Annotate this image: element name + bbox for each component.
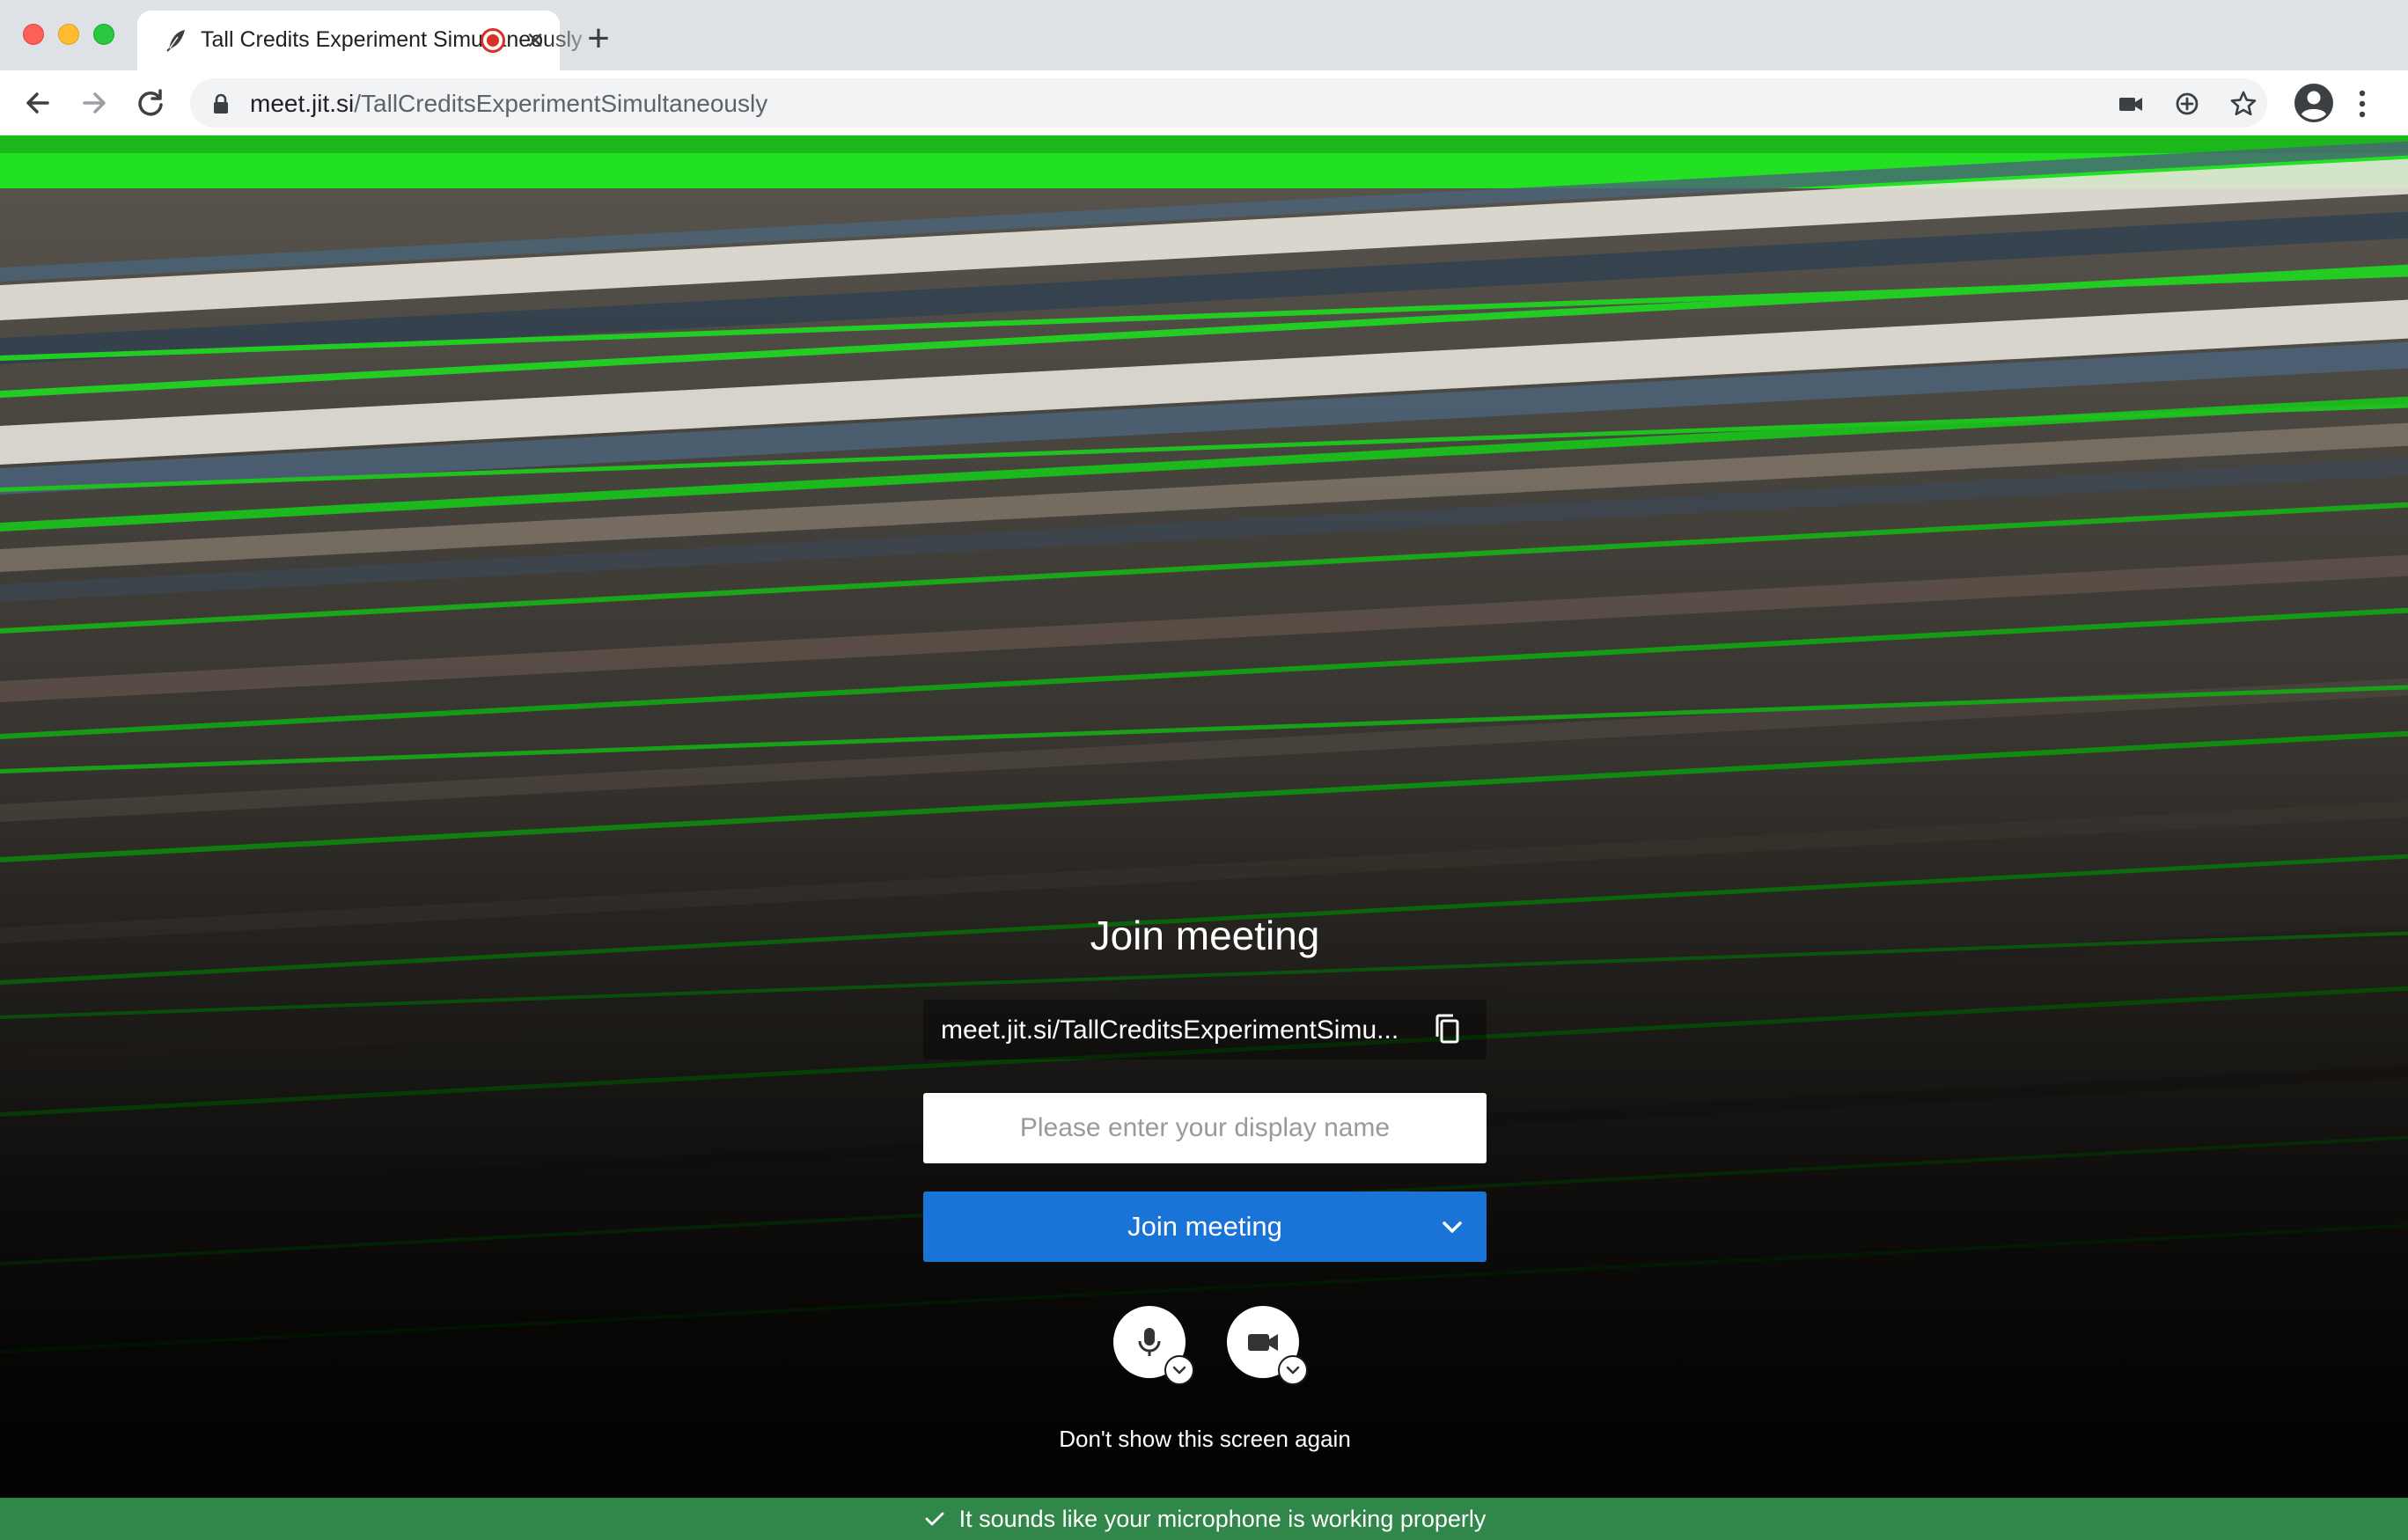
browser-toolbar: meet.jit.si/TallCreditsExperimentSimulta…: [0, 70, 2408, 136]
microphone-icon: [1138, 1328, 1161, 1356]
address-path: /TallCreditsExperimentSimultaneously: [354, 90, 768, 117]
camera-toggle-button[interactable]: [1227, 1306, 1308, 1385]
check-icon: [925, 1512, 944, 1526]
address-bar[interactable]: meet.jit.si/TallCreditsExperimentSimulta…: [190, 78, 2267, 128]
window-minimize-button[interactable]: [58, 24, 79, 45]
copy-icon[interactable]: [1430, 1012, 1465, 1047]
mic-status-text: It sounds like your microphone is workin…: [958, 1506, 1487, 1532]
display-name-input[interactable]: [923, 1093, 1487, 1163]
back-arrow-icon[interactable]: [18, 83, 58, 123]
browser-tab-active[interactable]: Tall Credits Experiment Simultaneously ×: [137, 11, 583, 70]
audio-settings-toggle[interactable]: [1164, 1355, 1194, 1385]
video-settings-toggle[interactable]: [1278, 1355, 1308, 1385]
video-camera-icon: [1248, 1334, 1278, 1351]
chevron-down-icon: [1172, 1366, 1186, 1375]
room-url-box: meet.jit.si/TallCreditsExperimentSimu...: [923, 1000, 1487, 1060]
prejoin-panel: Join meeting meet.jit.si/TallCreditsExpe…: [923, 136, 1487, 1540]
chevron-down-icon: [1286, 1366, 1300, 1375]
join-meeting-label: Join meeting: [1127, 1211, 1282, 1242]
profile-icon[interactable]: [2294, 83, 2334, 123]
star-icon[interactable]: [2228, 89, 2258, 119]
reload-icon[interactable]: [130, 83, 171, 123]
forward-arrow-icon[interactable]: [74, 83, 114, 123]
meeting-page: Join meeting meet.jit.si/TallCreditsExpe…: [0, 136, 2408, 1540]
recording-dot-icon: [481, 28, 505, 53]
room-url: meet.jit.si/TallCreditsExperimentSimu...: [941, 1016, 1399, 1045]
kebab-menu-icon[interactable]: [2353, 86, 2371, 121]
address-url: meet.jit.si/TallCreditsExperimentSimulta…: [250, 90, 767, 118]
join-meeting-button[interactable]: Join meeting: [923, 1192, 1487, 1262]
dont-show-again-link[interactable]: Don't show this screen again: [923, 1426, 1487, 1453]
chevron-down-icon[interactable]: [1437, 1213, 1467, 1243]
tab-close-icon[interactable]: ×: [518, 23, 553, 58]
prejoin-title: Join meeting: [1090, 913, 1320, 958]
camera-icon[interactable]: [2116, 89, 2146, 119]
jitsi-favicon-icon: [166, 30, 185, 52]
add-icon[interactable]: [2172, 89, 2202, 119]
new-tab-button[interactable]: +: [581, 19, 616, 58]
microphone-toggle-button[interactable]: [1113, 1306, 1194, 1385]
lock-icon[interactable]: [209, 92, 232, 115]
address-host: meet.jit.si: [250, 90, 355, 117]
window-close-button[interactable]: [23, 24, 44, 45]
window-zoom-button[interactable]: [93, 24, 114, 45]
mic-status-notice: It sounds like your microphone is workin…: [0, 1498, 2408, 1540]
browser-tab-strip: Tall Credits Experiment Simultaneously ×…: [0, 0, 2408, 70]
